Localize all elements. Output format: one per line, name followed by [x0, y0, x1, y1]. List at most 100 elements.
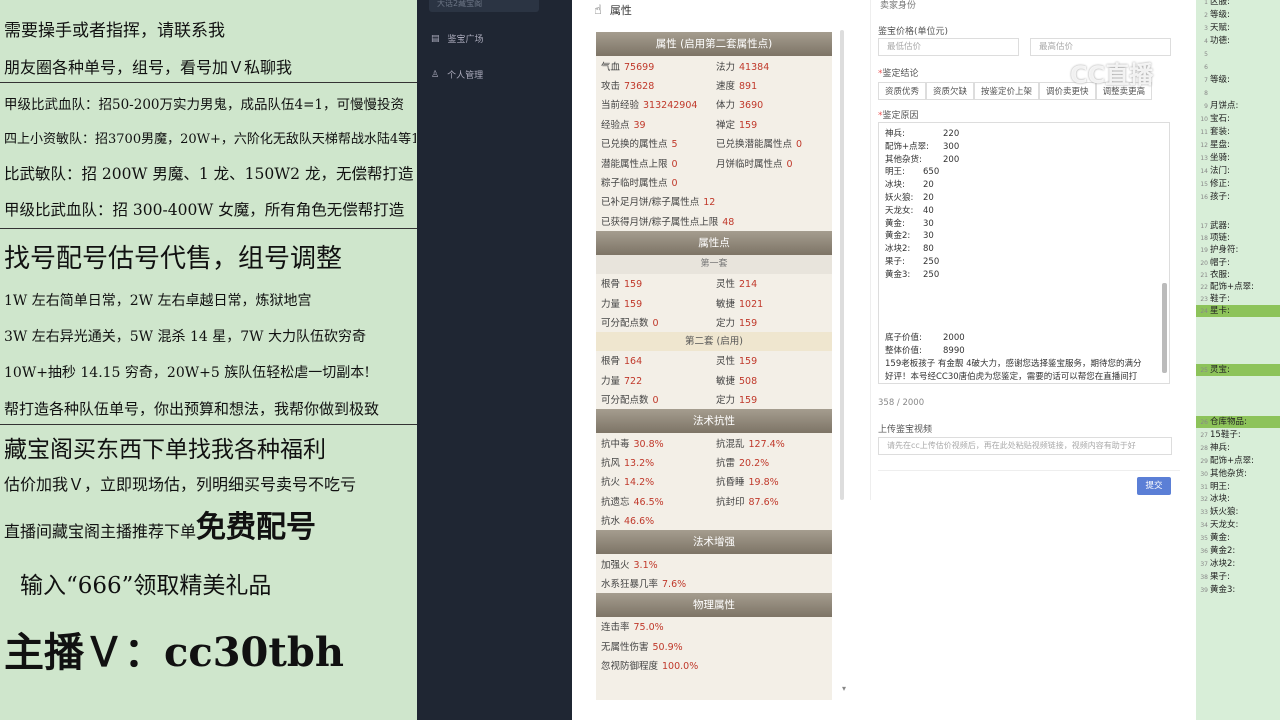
- sheet-row[interactable]: 14 法门:: [1196, 165, 1280, 177]
- attr-cell: 定力 159: [716, 315, 831, 329]
- sheet-row[interactable]: 13 坐骑:: [1196, 152, 1280, 164]
- attr-value: 508: [739, 375, 758, 387]
- reason-line: 其他杂货: 200: [885, 153, 959, 165]
- sheet-row[interactable]: 28 神兵:: [1196, 442, 1280, 454]
- reason-key: 明王:: [885, 167, 905, 178]
- sheet-cell: 果子:: [1210, 571, 1230, 582]
- sheet-row[interactable]: 34 天龙女:: [1196, 519, 1280, 531]
- sheet-row[interactable]: 37 冰块2:: [1196, 558, 1280, 570]
- promo-line: 朋友圈各种单号，组号，看号加Ｖ私聊我: [4, 58, 293, 77]
- submit-button[interactable]: 提交: [1137, 477, 1171, 495]
- attr-key: 潜能属性点上限: [601, 158, 668, 170]
- conclusion-tag[interactable]: 按鉴定价上架: [974, 82, 1040, 100]
- attr-value: 46.6%: [624, 516, 655, 528]
- sheet-row[interactable]: 39 黄金3:: [1196, 584, 1280, 596]
- conclusion-tag[interactable]: 资质欠缺: [926, 82, 975, 100]
- sheet-row[interactable]: 35 黄金:: [1196, 532, 1280, 544]
- attr-cell: 粽子临时属性点 0: [601, 175, 753, 189]
- sheet-cell: 黄金3:: [1210, 584, 1236, 595]
- sheet-row[interactable]: 22 配饰+点翠:: [1196, 281, 1280, 293]
- row-number: 8: [1204, 90, 1208, 97]
- sheet-row[interactable]: 23 鞋子:: [1196, 293, 1280, 305]
- attr-key: 当前经验: [601, 100, 640, 112]
- sheet-row[interactable]: 8: [1196, 87, 1280, 99]
- sheet-row[interactable]: 18 项链:: [1196, 232, 1280, 244]
- attr-key: 根骨: [601, 356, 621, 368]
- attr-title-bar: ☝ 属性: [594, 2, 632, 18]
- reason-value: 20: [923, 180, 934, 191]
- promo-line: 甲级比武血队：招 300-400W 女魔，所有角色无偿帮打造: [4, 201, 405, 219]
- reason-textarea[interactable]: 神兵: 220 配饰+点翠: 300 其他杂货: 200 明王: 650 冰块: 20 妖火狼: 20…: [878, 122, 1170, 384]
- sheet-row[interactable]: 12 星盘:: [1196, 139, 1280, 151]
- sheet-row[interactable]: 3 天赋:: [1196, 22, 1280, 34]
- reason-value: 20: [923, 193, 934, 203]
- attr-value: 1021: [739, 298, 764, 310]
- sheet-row[interactable]: 20 帽子:: [1196, 257, 1280, 269]
- attr-cell: 抗水 46.6%: [601, 513, 753, 527]
- attr-value: 19.8%: [748, 477, 779, 489]
- max-price-input[interactable]: 最高估价: [1030, 38, 1171, 56]
- attr-key: 已兑换潜能属性点: [716, 139, 793, 151]
- attr-value: 159: [739, 119, 758, 131]
- nav-item-square[interactable]: ▤ 鉴宝广场: [431, 32, 484, 46]
- sheet-cell: 黄金:: [1210, 533, 1230, 544]
- row-number: 7: [1204, 77, 1208, 84]
- sheet-row[interactable]: 5: [1196, 48, 1280, 60]
- sheet-row[interactable]: 30 其他杂货:: [1196, 468, 1280, 480]
- sheet-row[interactable]: 9 月饼点:: [1196, 100, 1280, 112]
- nav-item-profile[interactable]: ♙ 个人管理: [431, 68, 483, 82]
- row-number: 38: [1200, 573, 1208, 581]
- sheet-row[interactable]: 19 护身符:: [1196, 244, 1280, 256]
- attr-row: 根骨 159 灵性 214: [596, 274, 832, 293]
- attr-rows-set1: 根骨 159 灵性 214 力量 159 敏捷 1021 可分配点数 0 定力 159: [596, 274, 832, 332]
- row-number: 29: [1200, 457, 1208, 465]
- sheet-row[interactable]: 32 冰块:: [1196, 493, 1280, 505]
- sheet-row[interactable]: 10 宝石:: [1196, 113, 1280, 125]
- sheet-row[interactable]: 38 果子:: [1196, 571, 1280, 583]
- textarea-scrollbar[interactable]: [1162, 283, 1167, 373]
- scrollbar[interactable]: [840, 30, 844, 500]
- section-header: 属性 (启用第二套属性点): [596, 32, 832, 56]
- attr-value: 39: [633, 119, 646, 131]
- sheet-row[interactable]: 15 修正:: [1196, 178, 1280, 190]
- attr-cell: 可分配点数 0: [601, 315, 716, 329]
- attr-value: 50.9%: [652, 641, 683, 653]
- sheet-row[interactable]: 21 衣服:: [1196, 269, 1280, 281]
- sheet-row[interactable]: 1 区服:: [1196, 0, 1280, 8]
- sheet-row[interactable]: 7 等级:: [1196, 74, 1280, 86]
- sheet-row[interactable]: 33 妖火狼:: [1196, 506, 1280, 518]
- attr-cell: 抗遗忘 46.5%: [601, 494, 716, 508]
- promo-line: 藏宝阁买东西下单找我各种福利: [4, 437, 326, 463]
- row-number: 3: [1204, 25, 1208, 32]
- video-link-input[interactable]: 请先在cc上传估价视频后，再在此处粘贴视频链接，视频内容有助于好: [878, 437, 1172, 455]
- sheet-row[interactable]: 29 配饰+点翠:: [1196, 455, 1280, 467]
- attr-value: 3.1%: [633, 559, 658, 571]
- attr-key: 连击率: [601, 622, 630, 634]
- reason-total: 整体价值: 8990: [885, 344, 965, 356]
- sheet-row[interactable]: 17 武器:: [1196, 220, 1280, 232]
- sheet-row[interactable]: 24 星卡:: [1196, 305, 1280, 318]
- sheet-row[interactable]: 27 15鞋子:: [1196, 429, 1280, 441]
- sheet-row[interactable]: 16 孩子:: [1196, 191, 1280, 203]
- promo-line: 输入“666”领取精美礼品: [20, 573, 272, 599]
- sheet-row[interactable]: 4 功德:: [1196, 35, 1280, 47]
- sheet-row[interactable]: 2 等级:: [1196, 9, 1280, 21]
- sheet-row[interactable]: 36 黄金2:: [1196, 545, 1280, 557]
- sheet-row[interactable]: 11 套装:: [1196, 126, 1280, 138]
- scroll-down-icon[interactable]: ▾: [842, 684, 846, 693]
- sheet-row[interactable]: 31 明王:: [1196, 481, 1280, 493]
- reason-value: 80: [923, 244, 934, 255]
- sheet-row[interactable]: 26 仓库物品:: [1196, 416, 1280, 428]
- reason-value: 300: [943, 141, 960, 152]
- row-number: 9: [1204, 103, 1208, 110]
- sheet-row[interactable]: 25 灵宝:: [1196, 364, 1280, 376]
- attr-cell: 力量 159: [601, 296, 716, 310]
- attr-row: 抗火 14.2% 抗昏睡 19.8%: [596, 472, 832, 491]
- sheet-row[interactable]: 6: [1196, 61, 1280, 73]
- conclusion-tag[interactable]: 资质优秀: [878, 82, 927, 100]
- reason-key: 冰块2:: [885, 244, 911, 255]
- attr-cell: [753, 660, 832, 671]
- min-price-input[interactable]: 最低估价: [878, 38, 1019, 56]
- sheet-cell: 其他杂货:: [1210, 468, 1247, 479]
- attr-row: 已获得月饼/粽子属性点上限 48: [596, 211, 832, 230]
